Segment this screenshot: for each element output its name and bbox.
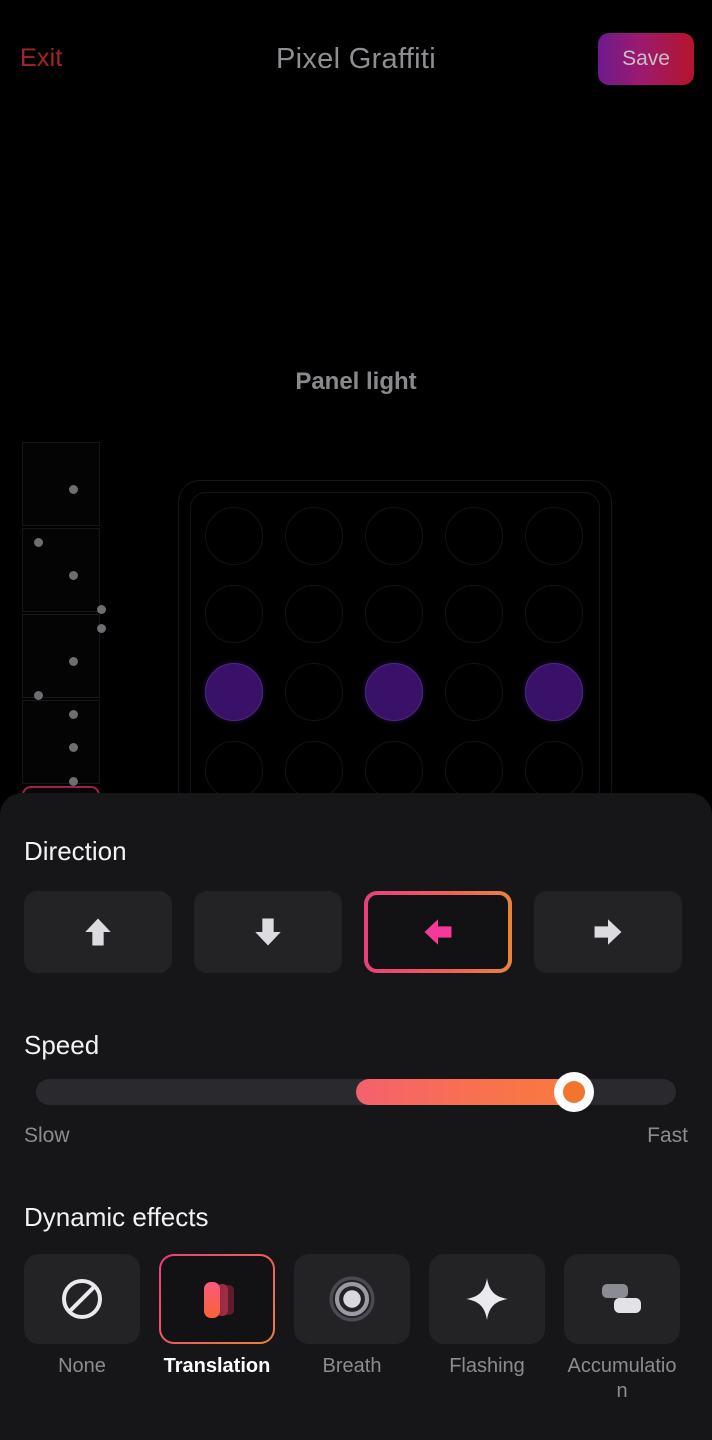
led-cell-off[interactable] [205, 507, 263, 565]
led-cell-off[interactable] [205, 741, 263, 799]
top-bar: Exit Pixel Graffiti Save [0, 0, 712, 120]
frame-thumbnail-dot [69, 777, 78, 786]
led-cell-off[interactable] [445, 585, 503, 643]
stack-icon [597, 1278, 647, 1320]
dynamic-effect-label: Translation [163, 1355, 271, 1377]
led-cell-off[interactable] [285, 741, 343, 799]
led-cell-on[interactable] [205, 663, 263, 721]
frame-thumbnail-dot [97, 624, 106, 633]
dynamic-effect-label: Accumulation [567, 1355, 677, 1402]
arrow-right-icon [591, 914, 625, 950]
direction-button-left[interactable] [364, 891, 512, 973]
speed-slider-fill [356, 1079, 574, 1105]
direction-button-right[interactable] [534, 891, 682, 973]
led-cell-off[interactable] [365, 507, 423, 565]
breath-icon [327, 1274, 377, 1324]
frame-thumbnail-dot [69, 571, 78, 580]
led-panel-frame [178, 480, 612, 832]
led-cell-off[interactable] [285, 663, 343, 721]
dynamic-effects-section-title: Dynamic effects [24, 1202, 209, 1232]
dynamic-effect-flashing[interactable]: Flashing [429, 1254, 545, 1404]
led-cell-off[interactable] [445, 507, 503, 565]
dynamic-effect-breath[interactable]: Breath [294, 1254, 410, 1404]
direction-options [24, 891, 682, 973]
frame-thumbnail[interactable] [22, 528, 106, 614]
arrow-up-icon [81, 914, 115, 950]
led-cell-on[interactable] [365, 663, 423, 721]
led-cell-off[interactable] [365, 585, 423, 643]
led-cell-off[interactable] [365, 741, 423, 799]
frame-thumbnail-dot [69, 657, 78, 666]
dynamic-effect-tile[interactable] [429, 1254, 545, 1344]
frame-thumbnail-dot [34, 538, 43, 547]
frame-thumbnail-dot [69, 743, 78, 752]
led-cell-off[interactable] [445, 663, 503, 721]
direction-button-up[interactable] [24, 891, 172, 973]
dynamic-effect-tile[interactable] [564, 1254, 680, 1344]
speed-slider-thumb[interactable] [553, 1072, 594, 1112]
speed-slider-thumb-core [562, 1081, 585, 1103]
app-root: Exit Pixel Graffiti Save Panel light Dir… [0, 0, 712, 1440]
dynamic-effect-tile[interactable] [24, 1254, 140, 1344]
frame-thumbnail-dot [69, 485, 78, 494]
dynamic-effect-tile[interactable] [159, 1254, 275, 1344]
dynamic-effect-label: None [58, 1355, 106, 1377]
led-cell-on[interactable] [525, 663, 583, 721]
save-button[interactable]: Save [598, 33, 694, 85]
led-cell-off[interactable] [445, 741, 503, 799]
dynamic-effect-none[interactable]: None [24, 1254, 140, 1404]
direction-button-down[interactable] [194, 891, 342, 973]
led-cell-off[interactable] [285, 507, 343, 565]
dynamic-effect-tile[interactable] [294, 1254, 410, 1344]
arrow-left-icon [421, 914, 455, 950]
led-cell-off[interactable] [285, 585, 343, 643]
dynamic-effect-label: Flashing [449, 1355, 525, 1377]
led-cell-off[interactable] [525, 741, 583, 799]
frame-thumbnail[interactable] [22, 614, 106, 700]
led-grid[interactable] [205, 507, 583, 831]
dynamic-effect-label: Breath [322, 1355, 382, 1377]
dynamic-effect-translation[interactable]: Translation [159, 1254, 275, 1404]
sparkle-icon [463, 1275, 511, 1323]
dynamic-effects-options: None Translation Breath Flashing Accumulatio… [24, 1254, 680, 1404]
translation-icon [190, 1272, 244, 1326]
frame-thumbnail[interactable] [22, 700, 100, 786]
frame-thumbnail-dot [69, 710, 78, 719]
panel-light-label: Panel light [295, 368, 417, 395]
speed-min-label: Slow [24, 1124, 70, 1147]
arrow-down-icon [251, 914, 285, 950]
dynamic-effect-accumulation[interactable]: Accumulation [564, 1254, 680, 1404]
direction-section-title: Direction [24, 836, 127, 866]
frame-thumbnail-dot [34, 691, 43, 700]
led-cell-off[interactable] [525, 507, 583, 565]
led-cell-off[interactable] [525, 585, 583, 643]
prohibition-icon [58, 1275, 106, 1323]
speed-slider[interactable] [36, 1072, 676, 1112]
speed-max-label: Fast [647, 1124, 688, 1147]
led-panel-inner [190, 492, 600, 832]
led-cell-off[interactable] [205, 585, 263, 643]
frame-thumbnail[interactable] [22, 442, 100, 526]
speed-section-title: Speed [24, 1030, 100, 1060]
frame-thumbnail-dot [97, 605, 106, 614]
